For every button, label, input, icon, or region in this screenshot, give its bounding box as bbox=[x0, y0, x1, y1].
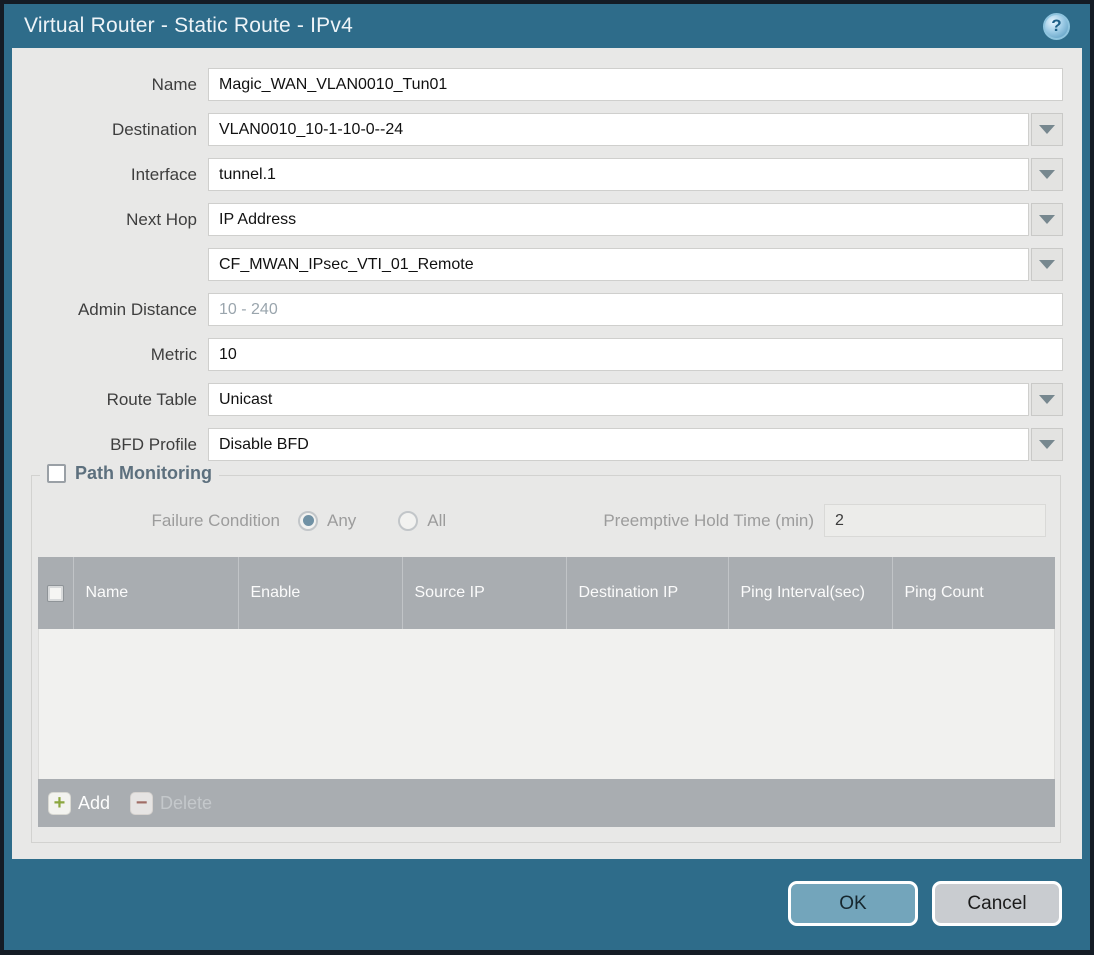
column-header-ping-interval: Ping Interval(sec) bbox=[727, 557, 892, 629]
next-hop-address-input[interactable] bbox=[208, 248, 1029, 281]
radio-any[interactable] bbox=[298, 510, 318, 531]
destination-label: Destination bbox=[111, 119, 197, 139]
radio-selected-dot bbox=[302, 515, 314, 526]
help-icon[interactable]: ? bbox=[1043, 12, 1070, 40]
table-header-row: Name Enable Source IP Destination IP Pin… bbox=[38, 557, 1055, 629]
route-table-input[interactable] bbox=[208, 383, 1029, 416]
delete-button[interactable]: − Delete bbox=[130, 791, 213, 815]
admin-distance-row: Admin Distance bbox=[12, 293, 1082, 326]
column-header-name: Name bbox=[72, 557, 238, 629]
add-button[interactable]: + Add bbox=[48, 791, 111, 815]
dialog-titlebar: Virtual Router - Static Route - IPv4 ? bbox=[4, 4, 1090, 48]
path-monitoring-table: Name Enable Source IP Destination IP Pin… bbox=[38, 557, 1055, 827]
column-header-ping-count: Ping Count bbox=[891, 557, 1055, 629]
name-label: Name bbox=[151, 74, 197, 94]
preemptive-hold-label: Preemptive Hold Time (min) bbox=[603, 510, 814, 530]
failure-condition-label: Failure Condition bbox=[151, 510, 280, 530]
metric-row: Metric bbox=[12, 338, 1082, 371]
admin-distance-input[interactable] bbox=[208, 293, 1063, 326]
static-route-dialog: Virtual Router - Static Route - IPv4 ? N… bbox=[0, 0, 1094, 955]
chevron-down-icon bbox=[1039, 440, 1055, 449]
dialog-title: Virtual Router - Static Route - IPv4 bbox=[24, 14, 353, 37]
path-monitoring-legend: Path Monitoring bbox=[40, 463, 219, 484]
dialog-body: Name Destination Interface bbox=[12, 48, 1082, 859]
table-toolbar: + Add − Delete bbox=[38, 779, 1055, 827]
failure-condition-row: Failure Condition Any All Preemptive Hol… bbox=[32, 504, 1060, 537]
minus-icon: − bbox=[130, 791, 154, 815]
failure-condition-all-option: All bbox=[398, 510, 447, 531]
metric-label: Metric bbox=[150, 344, 197, 364]
column-header-source-ip: Source IP bbox=[401, 557, 566, 629]
route-table-row: Route Table bbox=[12, 383, 1082, 416]
next-hop-label: Next Hop bbox=[126, 209, 197, 229]
next-hop-type-dropdown-button[interactable] bbox=[1031, 203, 1063, 236]
chevron-down-icon bbox=[1039, 395, 1055, 404]
path-monitoring-checkbox[interactable] bbox=[47, 464, 66, 483]
plus-icon: + bbox=[48, 791, 71, 815]
failure-condition-any-option: Any bbox=[298, 510, 357, 531]
bfd-profile-label: BFD Profile bbox=[110, 434, 197, 454]
select-all-checkbox[interactable] bbox=[46, 584, 64, 602]
cancel-button[interactable]: Cancel bbox=[932, 881, 1062, 926]
ok-button[interactable]: OK bbox=[788, 881, 918, 926]
route-table-label: Route Table bbox=[106, 389, 197, 409]
bfd-profile-input[interactable] bbox=[208, 428, 1029, 461]
radio-any-label: Any bbox=[327, 510, 357, 530]
table-body-empty bbox=[38, 629, 1055, 779]
path-monitoring-section: Path Monitoring Failure Condition Any Al… bbox=[31, 463, 1061, 843]
metric-input[interactable] bbox=[208, 338, 1063, 371]
name-row: Name bbox=[12, 68, 1082, 101]
interface-input[interactable] bbox=[208, 158, 1029, 191]
chevron-down-icon bbox=[1039, 260, 1055, 269]
bfd-profile-dropdown-button[interactable] bbox=[1031, 428, 1063, 461]
admin-distance-label: Admin Distance bbox=[77, 299, 197, 319]
next-hop-address-dropdown-button[interactable] bbox=[1031, 248, 1063, 281]
help-icon-glyph: ? bbox=[1051, 16, 1062, 35]
destination-input[interactable] bbox=[208, 113, 1029, 146]
next-hop-row: Next Hop bbox=[12, 203, 1082, 236]
column-header-enable: Enable bbox=[237, 557, 402, 629]
add-button-label: Add bbox=[78, 792, 111, 813]
column-header-destination-ip: Destination IP bbox=[565, 557, 728, 629]
chevron-down-icon bbox=[1039, 125, 1055, 134]
chevron-down-icon bbox=[1039, 170, 1055, 179]
bfd-profile-row: BFD Profile bbox=[12, 428, 1082, 461]
next-hop-type-input[interactable] bbox=[208, 203, 1029, 236]
preemptive-hold-input[interactable] bbox=[824, 504, 1046, 537]
name-input[interactable] bbox=[208, 68, 1063, 101]
route-table-dropdown-button[interactable] bbox=[1031, 383, 1063, 416]
chevron-down-icon bbox=[1039, 215, 1055, 224]
next-hop-address-row bbox=[12, 248, 1082, 281]
interface-label: Interface bbox=[130, 164, 197, 184]
radio-all-label: All bbox=[427, 510, 447, 530]
destination-dropdown-button[interactable] bbox=[1031, 113, 1063, 146]
destination-row: Destination bbox=[12, 113, 1082, 146]
path-monitoring-title: Path Monitoring bbox=[75, 463, 212, 483]
delete-button-label: Delete bbox=[160, 792, 213, 813]
interface-row: Interface bbox=[12, 158, 1082, 191]
radio-all[interactable] bbox=[398, 510, 419, 531]
dialog-footer: OK Cancel bbox=[4, 859, 1090, 950]
interface-dropdown-button[interactable] bbox=[1031, 158, 1063, 191]
